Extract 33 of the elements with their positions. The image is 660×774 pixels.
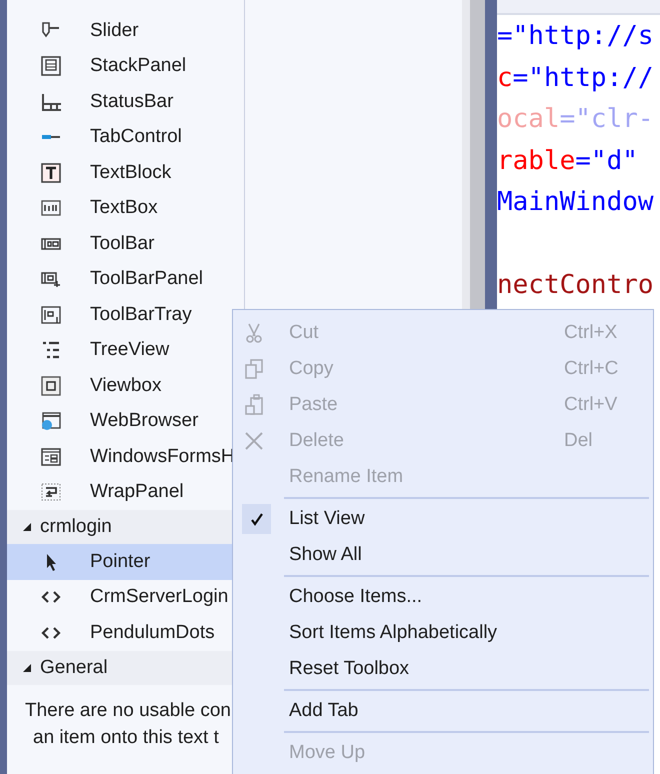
copy-icon [243,358,265,380]
empty-category-message: There are no usable con an item onto this text t [24,698,232,750]
code-line: nectContro [497,269,655,302]
close-icon [243,430,265,452]
toolbox-item[interactable]: TabControl [7,120,244,155]
status-bar-icon [40,92,62,112]
toolbox-item[interactable]: ToolBar [7,226,244,262]
toolbox-item[interactable]: Slider [7,13,244,48]
code-line: ="http://s [497,20,655,53]
menu-item[interactable]: Add Tab [233,693,653,729]
code-line: MainWindow [497,186,655,219]
tab-icon [40,134,62,140]
viewbox-icon [40,376,62,396]
toolbox-item[interactable]: StatusBar [7,84,244,120]
code-line: c="http:// [497,62,655,94]
text-block-icon [40,162,62,183]
text-box-icon [40,198,62,218]
toolbar-tray-icon [40,304,62,325]
toolbox-item[interactable]: StackPanel [7,48,244,84]
stack-panel-icon [40,56,62,76]
wrap-panel-icon [40,482,62,502]
toolbox-item[interactable]: ToolBarPanel [7,262,244,297]
toolbox-item[interactable]: TextBlock [7,155,244,190]
clipboard-icon [243,394,265,416]
code-line: ocal="clr- [497,103,655,136]
expanded-triangle-icon [22,662,32,672]
code-line: rable="d" [497,144,639,178]
expanded-triangle-icon [22,522,32,532]
toolbar-panel-icon [40,269,62,290]
form-window-icon [40,446,62,467]
toolbox-item[interactable]: TextBox [7,190,244,226]
tree-icon [40,340,62,360]
globe-window-icon [40,411,62,432]
